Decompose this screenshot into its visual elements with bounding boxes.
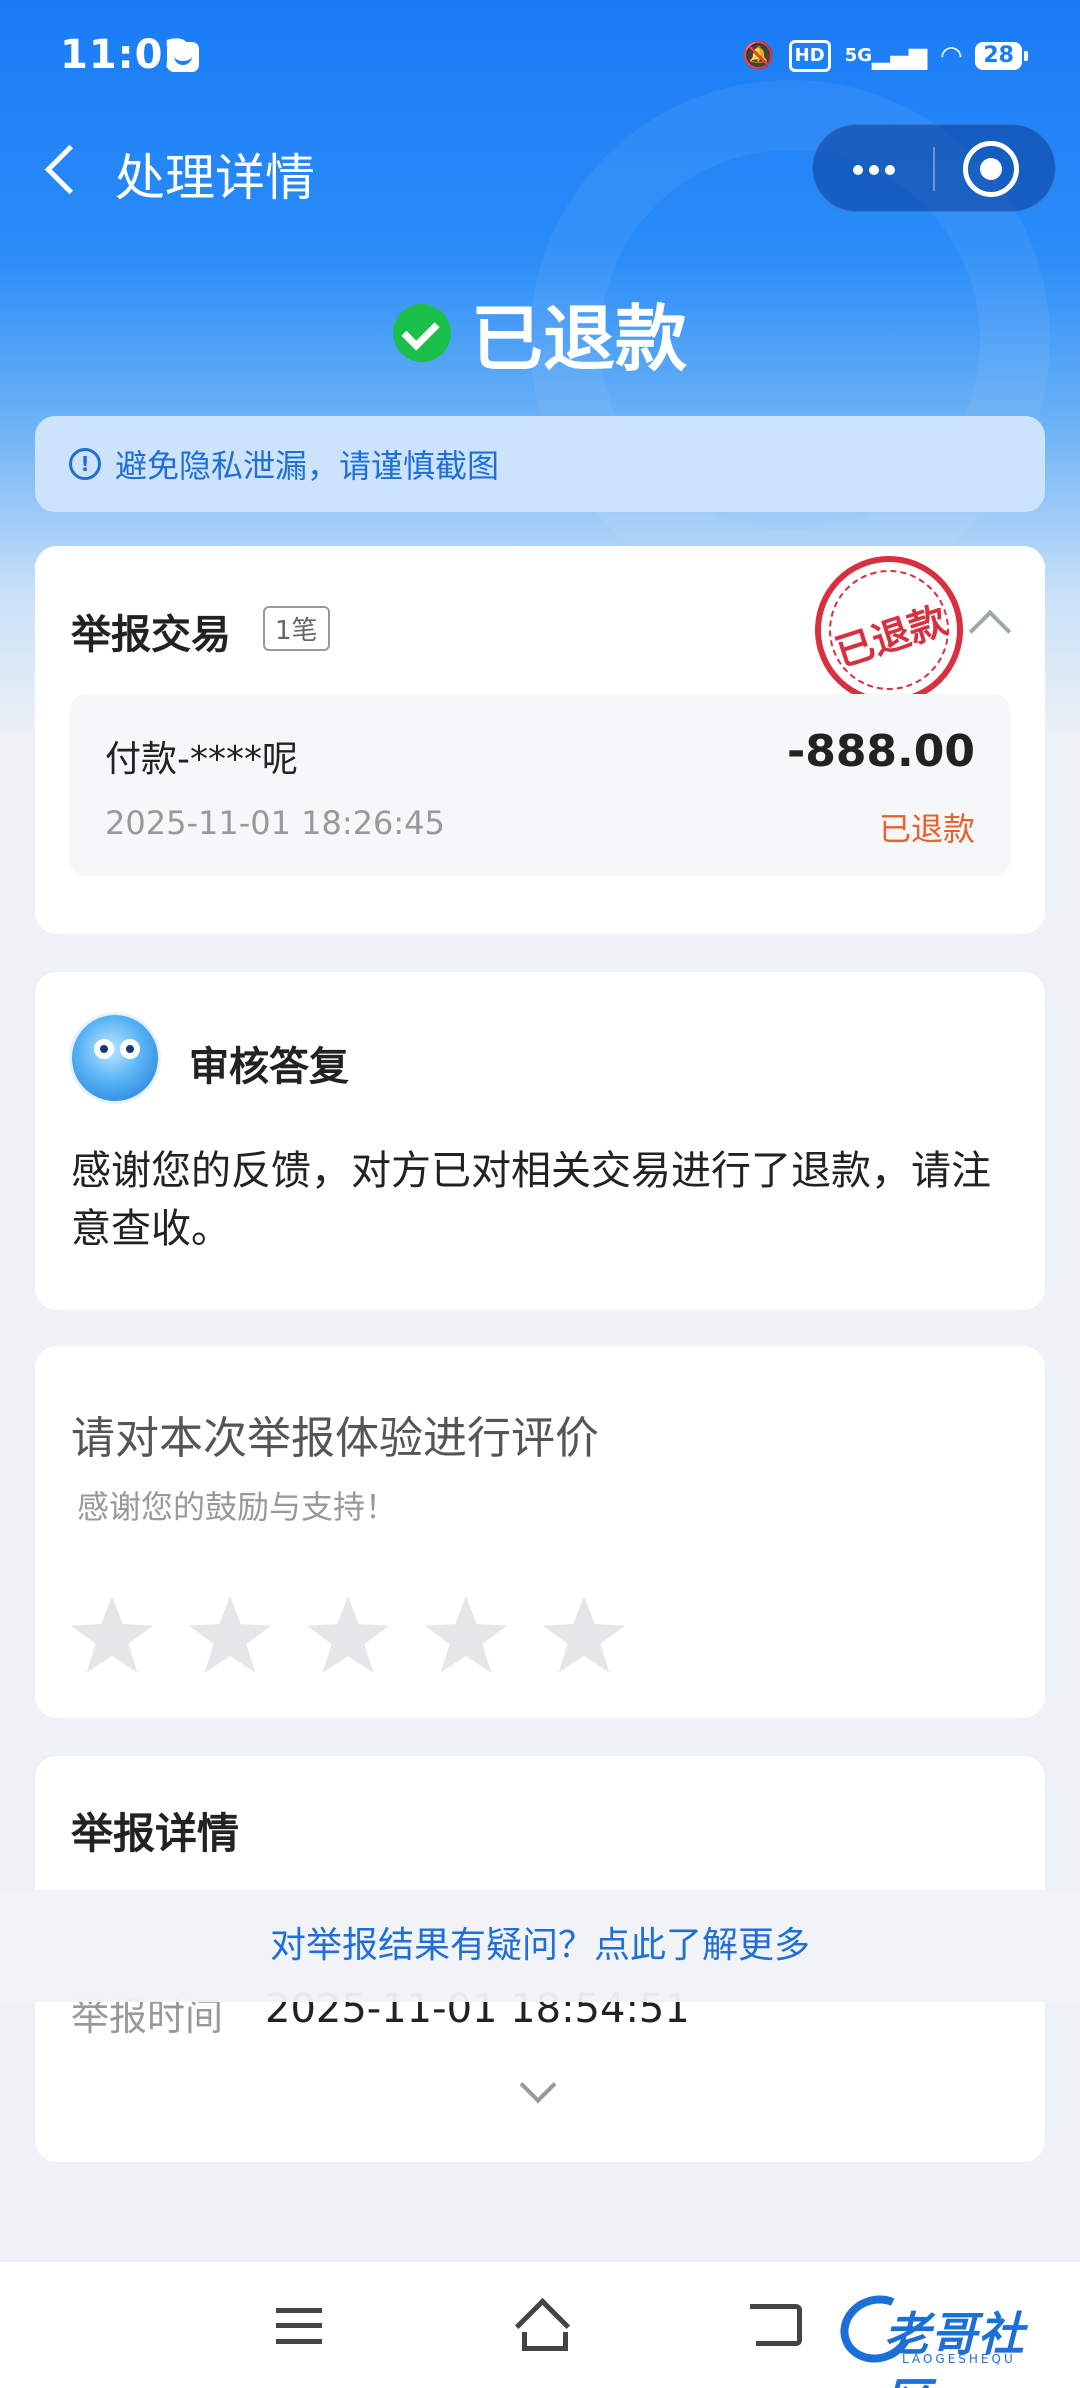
nav-bar: 处理详情	[0, 120, 1080, 220]
transaction-state: 已退款	[878, 810, 975, 848]
battery-icon: 28	[975, 42, 1028, 70]
more-button[interactable]	[813, 125, 933, 213]
card-title: 审核答复	[189, 1044, 349, 1090]
star-icon-4[interactable]	[425, 1596, 507, 1673]
rating-card: 请对本次举报体验进行评价 感谢您的鼓励与支持！	[35, 1346, 1045, 1718]
network-label: 5G	[844, 45, 872, 66]
review-reply-card: 审核答复 感谢您的反馈，对方已对相关交易进行了退款，请注意查收。	[35, 972, 1045, 1310]
app-notification-icon	[167, 42, 199, 72]
star-icon-2[interactable]	[189, 1596, 271, 1673]
rating-title: 请对本次举报体验进行评价	[71, 1413, 599, 1464]
watermark-text: 老哥社区	[884, 2307, 1025, 2388]
chevron-up-icon[interactable]	[968, 609, 1012, 653]
back-icon[interactable]	[750, 2304, 802, 2346]
star-icon-3[interactable]	[307, 1596, 389, 1673]
signal-5g-icon: 5G▂▄▆	[844, 42, 928, 70]
chevron-down-icon[interactable]	[519, 2066, 557, 2104]
back-button[interactable]	[38, 138, 98, 202]
home-icon[interactable]	[514, 2302, 568, 2351]
transaction-amount: -888.00	[786, 726, 975, 777]
more-dot	[885, 165, 895, 175]
transaction-name: 付款-****呢	[105, 739, 298, 780]
star-rating	[71, 1596, 625, 1676]
more-dots-icon	[853, 165, 863, 175]
status-bar: 11:02 🔕 HD 5G▂▄▆ ◠ 28	[0, 0, 1080, 120]
card-title: 举报交易	[71, 612, 231, 658]
transaction-item[interactable]: 付款-****呢 2025-11-01 18:26:45 -888.00 已退款	[69, 694, 1011, 876]
capsule-divider	[933, 147, 935, 191]
star-icon-1[interactable]	[71, 1596, 153, 1673]
card-title: 举报详情	[71, 1809, 240, 1858]
rating-subtitle: 感谢您的鼓励与支持！	[77, 1488, 398, 1526]
transaction-count-badge: 1笔	[263, 606, 330, 651]
mini-program-capsule	[812, 124, 1056, 212]
info-icon: !	[69, 448, 101, 480]
mute-icon: 🔕	[742, 41, 775, 71]
wifi-icon: ◠	[941, 41, 962, 71]
close-button[interactable]	[963, 141, 1019, 197]
check-circle-icon	[392, 303, 451, 362]
star-icon-5[interactable]	[543, 1596, 625, 1673]
hd-icon: HD	[788, 40, 831, 72]
watermark-subtext: LAOGESHEQU	[902, 2352, 1016, 2366]
faq-link[interactable]: 对举报结果有疑问？点此了解更多	[0, 1890, 1080, 2002]
page-title: 处理详情	[115, 149, 315, 207]
assistant-avatar	[69, 1012, 161, 1104]
refund-status: 已退款	[0, 280, 1080, 385]
watermark-logo: 老哥社区 LAOGESHEQU	[830, 2285, 1068, 2388]
status-icons: 🔕 HD 5G▂▄▆ ◠ 28	[742, 38, 1028, 74]
notice-text: 避免隐私泄漏，请谨慎截图	[115, 447, 500, 485]
report-transaction-card: 举报交易 1笔 已退款 付款-****呢 2025-11-01 18:26:45…	[35, 536, 1045, 934]
privacy-notice: ! 避免隐私泄漏，请谨慎截图	[35, 416, 1045, 512]
review-reply-text: 感谢您的反馈，对方已对相关交易进行了退款，请注意查收。	[71, 1148, 991, 1252]
menu-icon[interactable]	[276, 2308, 322, 2344]
transaction-time: 2025-11-01 18:26:45	[105, 804, 445, 842]
more-dot	[869, 165, 879, 175]
status-text: 已退款	[470, 297, 687, 381]
